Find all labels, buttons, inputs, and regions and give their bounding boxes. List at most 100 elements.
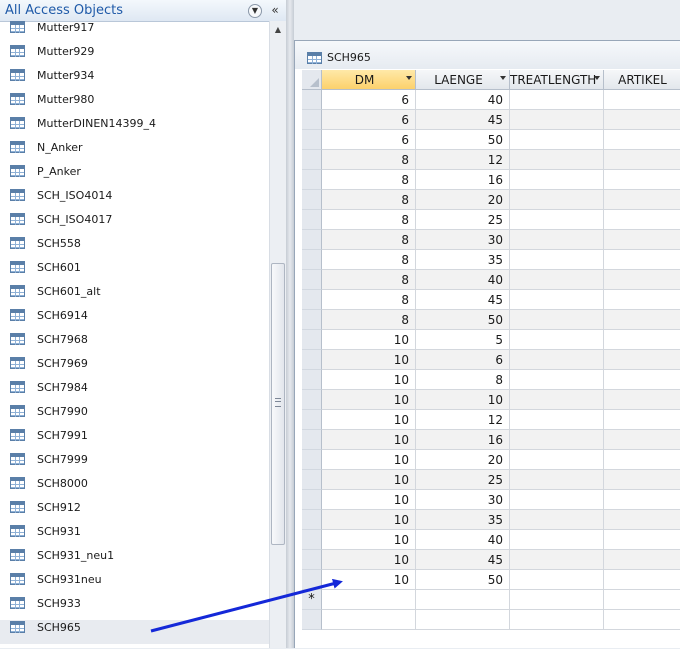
cell-artikel[interactable] bbox=[604, 130, 680, 150]
cell-laenge[interactable]: 45 bbox=[416, 110, 510, 130]
cell-dm[interactable]: 8 bbox=[322, 310, 416, 330]
cell-laenge[interactable]: 40 bbox=[416, 90, 510, 110]
collapse-pane-button[interactable]: « bbox=[268, 2, 282, 18]
cell-laenge[interactable]: 40 bbox=[416, 270, 510, 290]
cell-dm[interactable]: 6 bbox=[322, 90, 416, 110]
record-selector[interactable] bbox=[302, 470, 322, 490]
cell-dm[interactable]: 6 bbox=[322, 110, 416, 130]
cell-treatlength[interactable] bbox=[510, 310, 604, 330]
cell-treatlength[interactable] bbox=[510, 570, 604, 590]
cell-artikel[interactable] bbox=[604, 570, 680, 590]
record-selector[interactable] bbox=[302, 610, 322, 630]
document-tab-title[interactable]: SCH965 bbox=[327, 51, 371, 64]
filter-dropdown-icon[interactable] bbox=[594, 76, 600, 80]
nav-item-table[interactable]: Mutter917 bbox=[0, 21, 269, 44]
cell-artikel[interactable] bbox=[604, 330, 680, 350]
cell-laenge[interactable]: 45 bbox=[416, 550, 510, 570]
cell-artikel[interactable] bbox=[604, 250, 680, 270]
cell-dm[interactable]: 8 bbox=[322, 190, 416, 210]
new-record-cell[interactable] bbox=[322, 590, 416, 610]
nav-item-table[interactable]: SCH7991 bbox=[0, 428, 269, 452]
new-record-cell[interactable] bbox=[604, 590, 680, 610]
cell-laenge[interactable]: 8 bbox=[416, 370, 510, 390]
document-tab[interactable]: SCH965 bbox=[295, 41, 680, 69]
record-selector[interactable] bbox=[302, 210, 322, 230]
new-record-selector[interactable]: * bbox=[302, 590, 322, 610]
cell-dm[interactable]: 10 bbox=[322, 470, 416, 490]
nav-item-table[interactable]: SCH912 bbox=[0, 500, 269, 524]
scrollbar-thumb[interactable] bbox=[271, 263, 285, 545]
cell-dm[interactable]: 10 bbox=[322, 370, 416, 390]
record-selector[interactable] bbox=[302, 250, 322, 270]
cell-dm[interactable]: 10 bbox=[322, 430, 416, 450]
cell-laenge[interactable]: 5 bbox=[416, 330, 510, 350]
scroll-up-arrow-icon[interactable]: ▲ bbox=[270, 21, 286, 38]
cell-treatlength[interactable] bbox=[510, 270, 604, 290]
record-selector[interactable] bbox=[302, 150, 322, 170]
cell-dm[interactable]: 10 bbox=[322, 490, 416, 510]
new-record-cell[interactable] bbox=[416, 610, 510, 630]
cell-treatlength[interactable] bbox=[510, 550, 604, 570]
cell-treatlength[interactable] bbox=[510, 150, 604, 170]
cell-dm[interactable]: 8 bbox=[322, 210, 416, 230]
cell-dm[interactable]: 8 bbox=[322, 150, 416, 170]
nav-item-table[interactable]: SCH931 bbox=[0, 524, 269, 548]
column-header-laenge[interactable]: LAENGE bbox=[416, 70, 510, 90]
cell-treatlength[interactable] bbox=[510, 410, 604, 430]
record-selector[interactable] bbox=[302, 550, 322, 570]
cell-laenge[interactable]: 20 bbox=[416, 450, 510, 470]
record-selector[interactable] bbox=[302, 170, 322, 190]
cell-artikel[interactable] bbox=[604, 550, 680, 570]
cell-artikel[interactable] bbox=[604, 510, 680, 530]
nav-item-table[interactable]: MutterDINEN14399_4 bbox=[0, 116, 269, 140]
cell-dm[interactable]: 10 bbox=[322, 390, 416, 410]
cell-dm[interactable]: 8 bbox=[322, 170, 416, 190]
nav-item-table[interactable]: SCH7969 bbox=[0, 356, 269, 380]
new-record-cell[interactable] bbox=[322, 610, 416, 630]
nav-item-table[interactable]: SCH558 bbox=[0, 236, 269, 260]
record-selector[interactable] bbox=[302, 370, 322, 390]
cell-treatlength[interactable] bbox=[510, 370, 604, 390]
cell-dm[interactable]: 6 bbox=[322, 130, 416, 150]
record-selector[interactable] bbox=[302, 490, 322, 510]
record-selector[interactable] bbox=[302, 270, 322, 290]
nav-item-table[interactable]: SCH601_alt bbox=[0, 284, 269, 308]
column-header-artikel[interactable]: ARTIKEL bbox=[604, 70, 680, 90]
cell-treatlength[interactable] bbox=[510, 430, 604, 450]
nav-item-table[interactable]: Mutter980 bbox=[0, 92, 269, 116]
cell-laenge[interactable]: 12 bbox=[416, 410, 510, 430]
cell-treatlength[interactable] bbox=[510, 330, 604, 350]
nav-item-table[interactable]: SCH6914 bbox=[0, 308, 269, 332]
cell-artikel[interactable] bbox=[604, 230, 680, 250]
cell-artikel[interactable] bbox=[604, 390, 680, 410]
cell-treatlength[interactable] bbox=[510, 290, 604, 310]
cell-artikel[interactable] bbox=[604, 270, 680, 290]
cell-laenge[interactable]: 6 bbox=[416, 350, 510, 370]
navigation-pane-header[interactable]: All Access Objects ▼ « bbox=[0, 0, 286, 22]
filter-dropdown-icon[interactable] bbox=[406, 76, 412, 80]
nav-item-table[interactable]: SCH931neu bbox=[0, 572, 269, 596]
cell-laenge[interactable]: 50 bbox=[416, 570, 510, 590]
cell-artikel[interactable] bbox=[604, 290, 680, 310]
cell-treatlength[interactable] bbox=[510, 490, 604, 510]
cell-treatlength[interactable] bbox=[510, 450, 604, 470]
cell-dm[interactable]: 8 bbox=[322, 290, 416, 310]
new-record-cell[interactable] bbox=[604, 610, 680, 630]
cell-artikel[interactable] bbox=[604, 90, 680, 110]
cell-dm[interactable]: 10 bbox=[322, 330, 416, 350]
cell-treatlength[interactable] bbox=[510, 530, 604, 550]
cell-laenge[interactable]: 50 bbox=[416, 130, 510, 150]
cell-dm[interactable]: 10 bbox=[322, 550, 416, 570]
record-selector[interactable] bbox=[302, 90, 322, 110]
record-selector[interactable] bbox=[302, 190, 322, 210]
chevron-down-circle-icon[interactable]: ▼ bbox=[248, 4, 262, 18]
nav-item-table[interactable]: Mutter934 bbox=[0, 68, 269, 92]
column-header-treatlength[interactable]: TREATLENGTH bbox=[510, 70, 604, 90]
cell-treatlength[interactable] bbox=[510, 510, 604, 530]
record-selector[interactable] bbox=[302, 390, 322, 410]
cell-treatlength[interactable] bbox=[510, 390, 604, 410]
cell-dm[interactable]: 10 bbox=[322, 410, 416, 430]
nav-item-table[interactable]: SCH_ISO4014 bbox=[0, 188, 269, 212]
record-selector[interactable] bbox=[302, 330, 322, 350]
cell-artikel[interactable] bbox=[604, 470, 680, 490]
